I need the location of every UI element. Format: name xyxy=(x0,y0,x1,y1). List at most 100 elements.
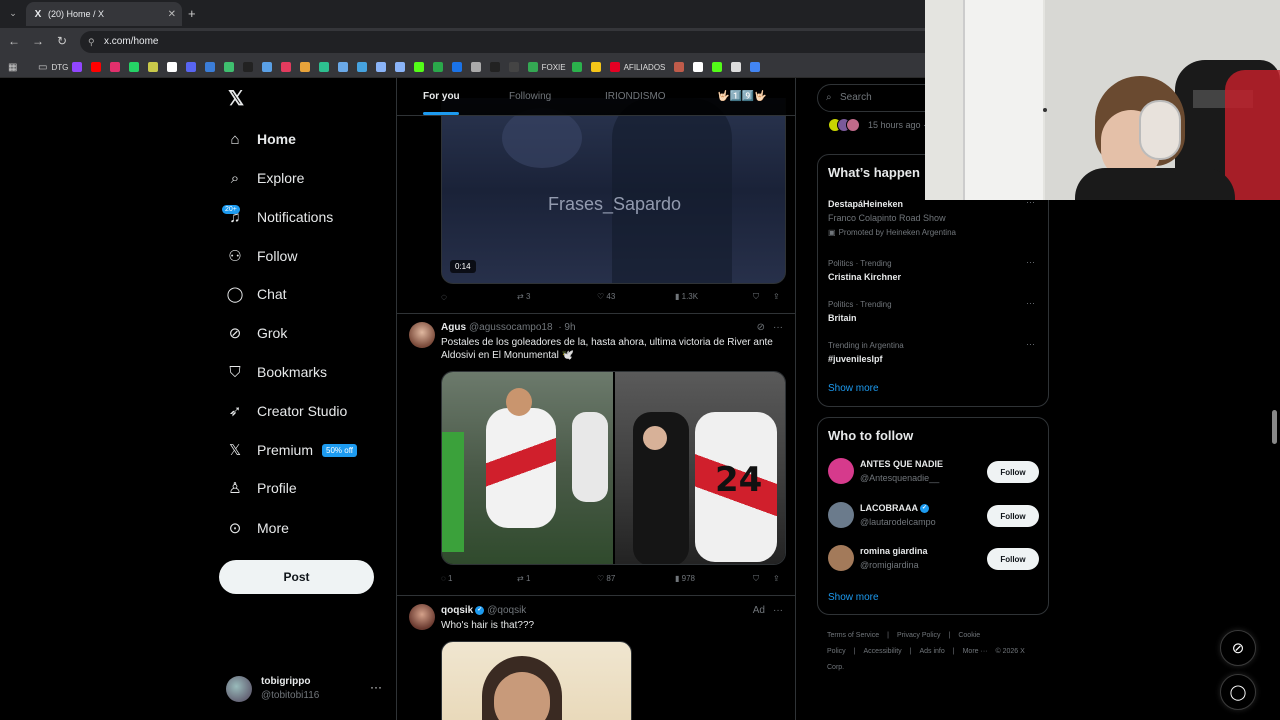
repost-icon[interactable]: ⇄ 1 xyxy=(517,574,530,583)
more-dots-icon[interactable]: ··· xyxy=(1026,339,1035,349)
bookmark-item[interactable] xyxy=(185,60,196,74)
post-author[interactable]: qoqsik ✓ @qoqsik xyxy=(441,605,526,616)
video-player[interactable]: Frases_Sapardo 0:14 xyxy=(441,98,786,284)
bookmark-item[interactable] xyxy=(731,60,742,74)
forward-icon[interactable]: → xyxy=(30,34,46,48)
bookmark-item[interactable] xyxy=(674,60,685,74)
more-dots-icon[interactable]: ··· xyxy=(773,605,783,616)
footer-link[interactable]: Accessibility xyxy=(864,648,902,655)
nav-item-grok[interactable]: ⊘ Grok xyxy=(226,322,288,344)
account-switcher[interactable]: tobigrippo @tobitobi116 ··· xyxy=(226,674,386,704)
nav-item-explore[interactable]: ⌕ Explore xyxy=(226,167,305,189)
x-logo-icon[interactable]: 𝕏 xyxy=(226,88,246,110)
nav-item-profile[interactable]: ♙ Profile xyxy=(226,477,296,499)
nav-item-premium[interactable]: 𝕏 Premium 50% off xyxy=(226,439,357,461)
bookmark-item[interactable] xyxy=(109,60,120,74)
bookmark-item[interactable] xyxy=(432,60,443,74)
avatar[interactable] xyxy=(409,604,435,630)
trends-show-more[interactable]: Show more xyxy=(828,383,879,394)
bookmark-icon[interactable]: ⛉ xyxy=(753,292,759,302)
messages-float-button[interactable]: ◯ xyxy=(1220,674,1256,710)
avatar[interactable] xyxy=(409,322,435,348)
bookmark-item[interactable] xyxy=(356,60,367,74)
bookmark-icon[interactable]: ⛉ xyxy=(753,574,759,584)
nav-item-creator-studio[interactable]: ➶ Creator Studio xyxy=(226,400,348,422)
tab-iriondismo[interactable]: IRIONDISMO xyxy=(605,91,666,102)
post-author[interactable]: Agus @agussocampo18 · 9h xyxy=(441,322,576,333)
bookmark-item[interactable] xyxy=(147,60,158,74)
tab-custom-list[interactable]: 🤟🏻1️⃣9️⃣🤟🏻 xyxy=(717,91,767,102)
bookmark-item[interactable] xyxy=(712,60,723,74)
bookmark-item[interactable] xyxy=(375,60,386,74)
bookmark-item[interactable]: AFILIADOS xyxy=(609,60,665,74)
views-icon[interactable]: ▮ 1.3K xyxy=(675,292,698,301)
bookmark-item[interactable] xyxy=(337,60,348,74)
post-button[interactable]: Post xyxy=(219,560,374,594)
bookmark-item[interactable] xyxy=(71,60,82,74)
bookmark-item[interactable] xyxy=(489,60,500,74)
like-icon[interactable]: ♡ 43 xyxy=(597,292,615,301)
reply-icon[interactable]: ◌ xyxy=(441,292,447,303)
like-icon[interactable]: ♡ 87 xyxy=(597,574,615,583)
site-info-icon[interactable]: ⚲ xyxy=(88,31,95,53)
who-to-follow-show-more[interactable]: Show more xyxy=(828,592,879,603)
bookmark-item[interactable] xyxy=(470,60,481,74)
bookmark-item[interactable] xyxy=(394,60,405,74)
bookmark-item[interactable] xyxy=(261,60,272,74)
share-icon[interactable]: ⇪ xyxy=(773,292,780,301)
bookmark-item[interactable] xyxy=(451,60,462,74)
views-icon[interactable]: ▮ 978 xyxy=(675,574,695,583)
browser-tab[interactable]: X (20) Home / X ✕ xyxy=(26,2,182,26)
grok-float-button[interactable]: ⊘ xyxy=(1220,630,1256,666)
footer-link[interactable]: Privacy Policy xyxy=(897,632,941,639)
url-field[interactable]: ⚲ x.com/home xyxy=(80,31,940,53)
nav-item-bookmarks[interactable]: ⛉ Bookmarks xyxy=(226,361,327,383)
avatar[interactable] xyxy=(828,458,854,484)
ad-image[interactable] xyxy=(441,641,632,720)
apps-grid-icon[interactable]: ▦ xyxy=(8,60,17,74)
reload-icon[interactable]: ↻ xyxy=(54,34,70,48)
close-tab-icon[interactable]: ✕ xyxy=(168,9,176,20)
nav-item-chat[interactable]: ◯ Chat xyxy=(226,283,287,305)
repost-icon[interactable]: ⇄ 3 xyxy=(517,292,530,301)
avatar[interactable] xyxy=(828,502,854,528)
bookmark-item[interactable]: FOXIE xyxy=(527,60,566,74)
share-icon[interactable]: ⇪ xyxy=(773,574,780,583)
back-icon[interactable]: ← xyxy=(6,34,22,48)
new-tab-icon[interactable]: + xyxy=(188,6,196,21)
tab-following[interactable]: Following xyxy=(509,91,551,102)
tab-for-you[interactable]: For you xyxy=(423,91,460,102)
more-dots-icon[interactable]: ··· xyxy=(1026,257,1035,267)
footer-link[interactable]: More ··· xyxy=(963,648,988,655)
bookmark-item[interactable] xyxy=(242,60,253,74)
bookmark-item[interactable] xyxy=(318,60,329,74)
bookmark-item[interactable] xyxy=(693,60,704,74)
post-agus[interactable]: Agus @agussocampo18 · 9h ⊘ ··· Postales d… xyxy=(397,314,795,596)
tab-search-chevron-icon[interactable]: ⌄ xyxy=(6,6,20,20)
bookmark-item[interactable] xyxy=(413,60,424,74)
bookmark-item[interactable] xyxy=(750,60,761,74)
nav-item-more[interactable]: ⊙ More xyxy=(226,517,289,539)
bookmark-item[interactable]: ▭ DTG xyxy=(38,60,68,74)
bookmark-item[interactable] xyxy=(299,60,310,74)
nav-item-home[interactable]: ⌂ Home xyxy=(226,128,295,150)
bookmark-item[interactable] xyxy=(508,60,519,74)
follow-button[interactable]: Follow xyxy=(987,505,1039,527)
bookmark-item[interactable] xyxy=(166,60,177,74)
avatar[interactable] xyxy=(828,545,854,571)
more-dots-icon[interactable]: ··· xyxy=(773,322,783,333)
footer-link[interactable]: Ads info xyxy=(919,648,944,655)
post-image-grid[interactable]: 24 xyxy=(441,371,786,565)
bookmark-item[interactable] xyxy=(223,60,234,74)
reply-icon[interactable]: ◌ 1 xyxy=(441,574,452,583)
new-posts-pill[interactable]: 15 hours ago · S xyxy=(828,118,935,132)
nav-item-notifications[interactable]: ♫ Notifications xyxy=(226,206,333,228)
bookmark-item[interactable] xyxy=(90,60,101,74)
post-image-right[interactable]: 24 xyxy=(615,372,785,564)
scrollbar-thumb[interactable] xyxy=(1272,410,1277,444)
grok-icon[interactable]: ⊘ xyxy=(757,322,765,333)
bookmark-item[interactable] xyxy=(204,60,215,74)
footer-link[interactable]: Terms of Service xyxy=(827,632,879,639)
bookmark-item[interactable] xyxy=(280,60,291,74)
more-dots-icon[interactable]: ··· xyxy=(1026,298,1035,308)
